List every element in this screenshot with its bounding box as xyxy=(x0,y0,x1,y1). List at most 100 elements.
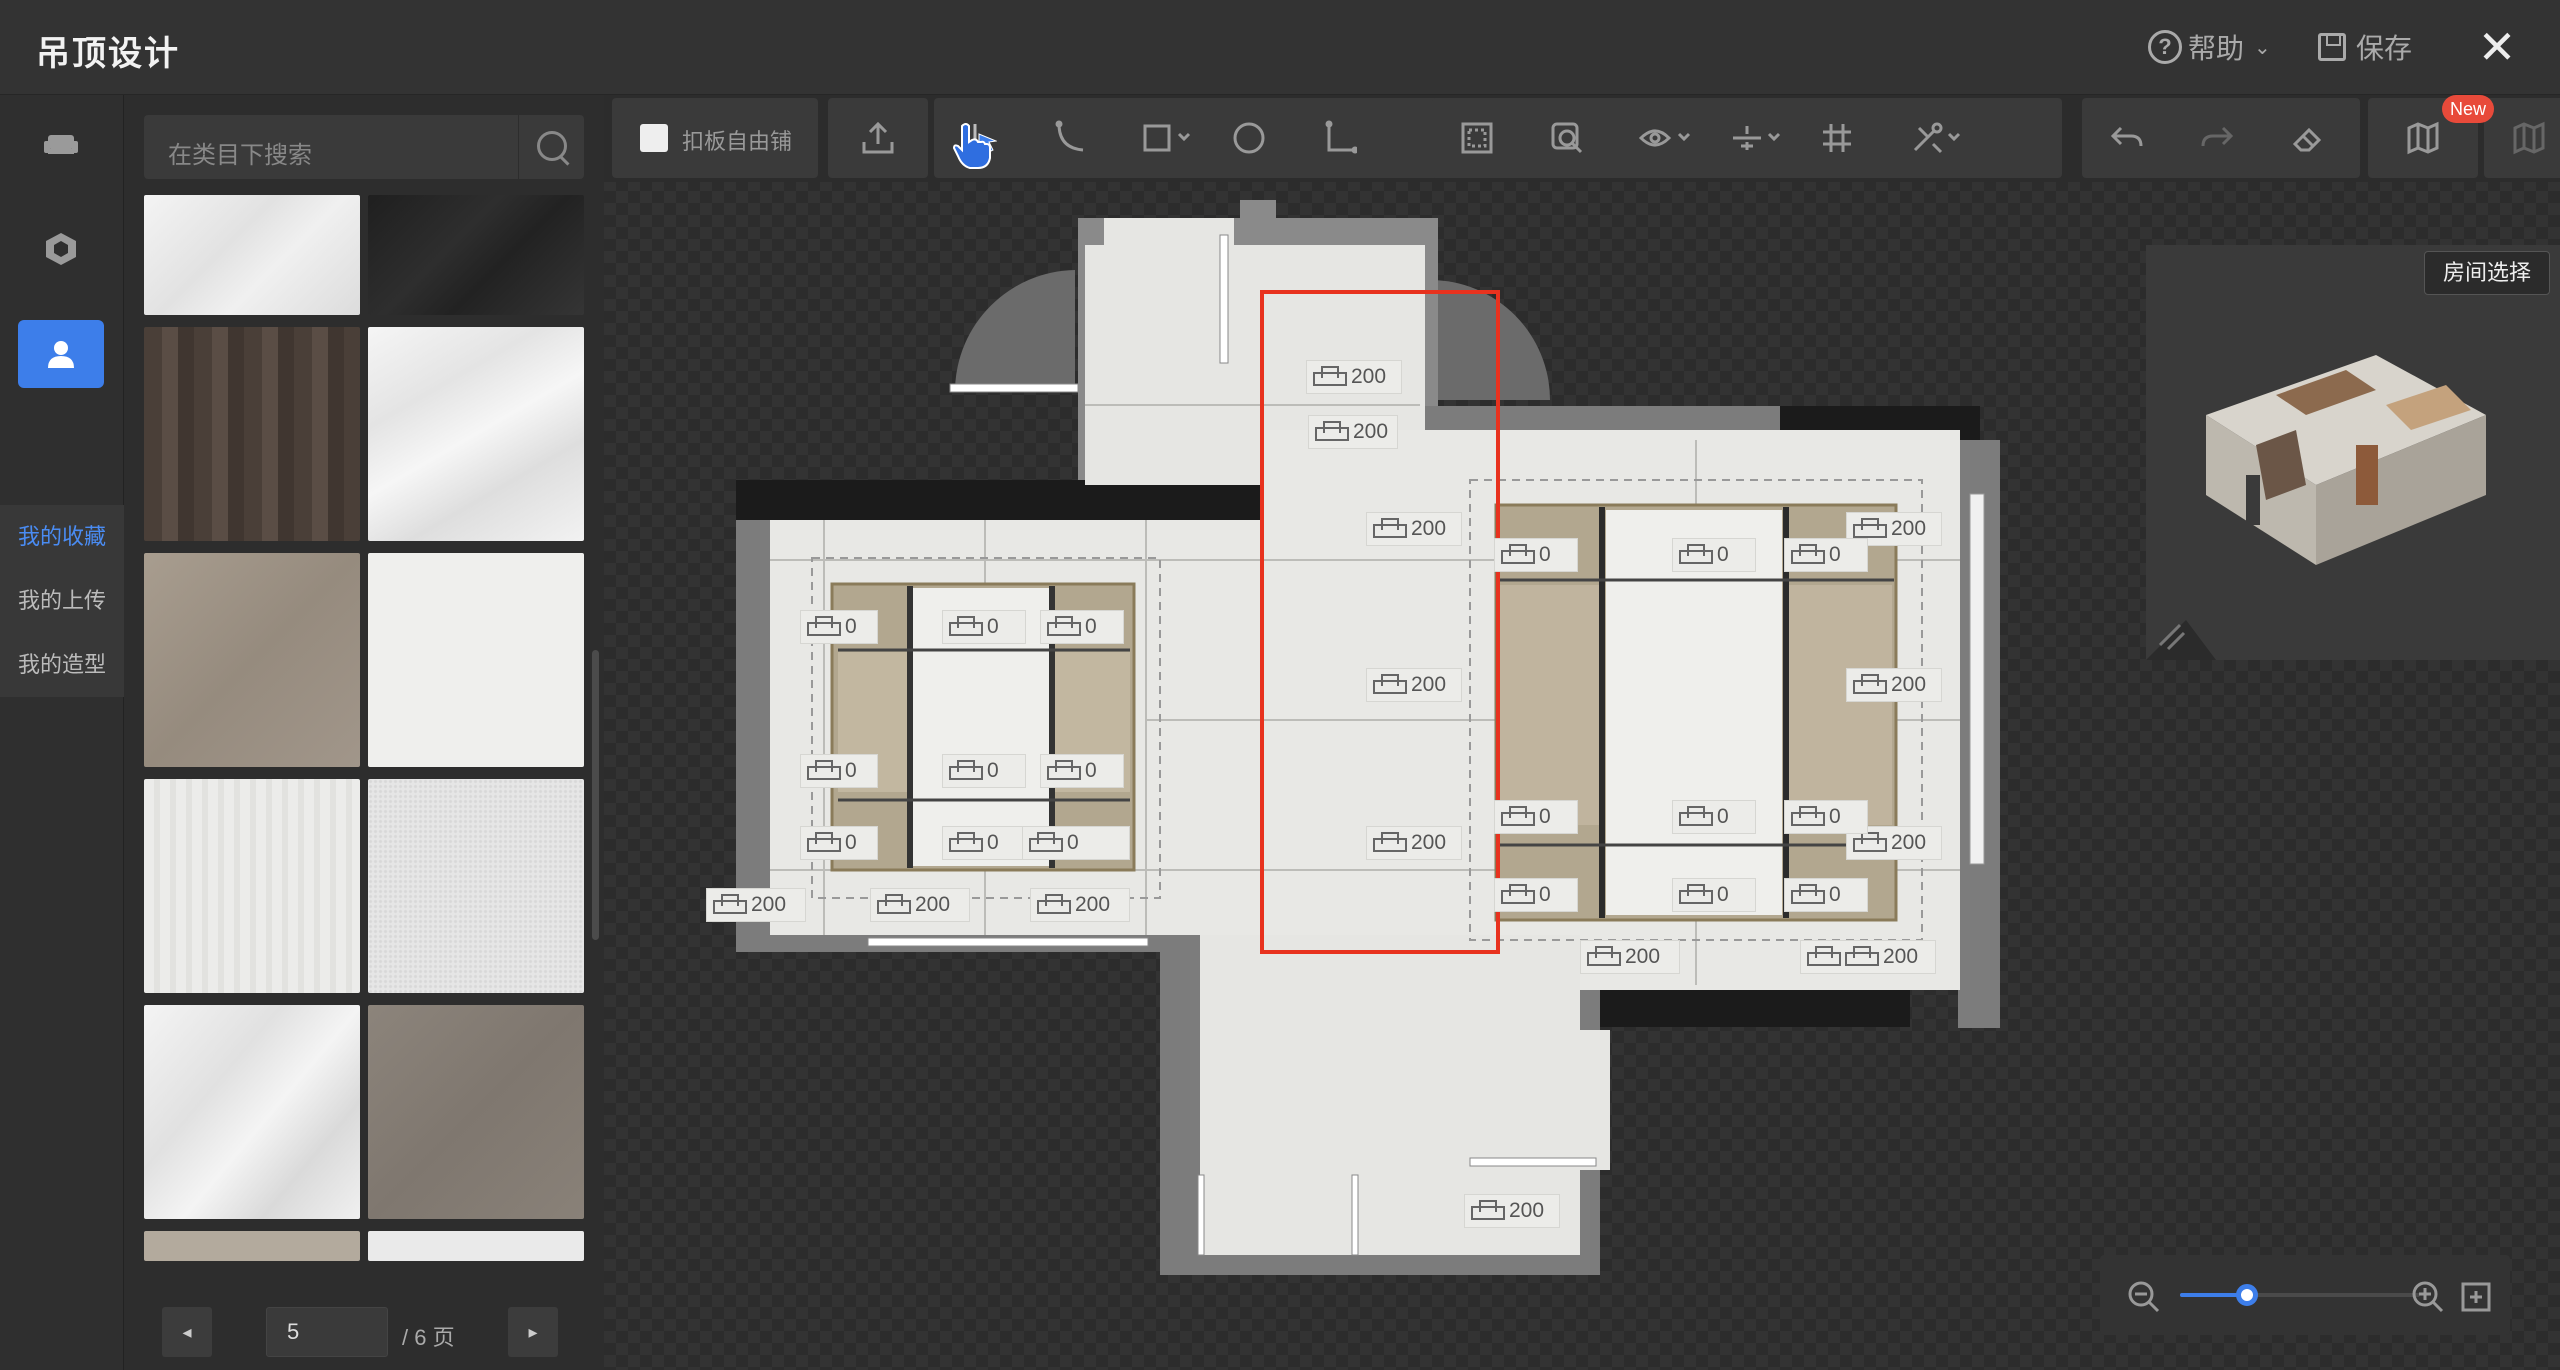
height-tag[interactable]: 200 xyxy=(1030,888,1130,922)
protrude-icon xyxy=(1587,946,1621,966)
height-tag[interactable]: 0 xyxy=(1022,826,1130,860)
material-panel: 在类目下搜索 ◂ 5 / 6 页 ▸ xyxy=(124,95,604,1370)
height-tag[interactable]: 200 xyxy=(1366,668,1462,702)
material-tile[interactable] xyxy=(368,1231,584,1261)
height-tag[interactable]: 0 xyxy=(1040,754,1124,788)
height-tag[interactable]: 200 xyxy=(1366,826,1462,860)
protrude-icon xyxy=(1501,544,1535,564)
sofa-icon[interactable] xyxy=(18,110,104,178)
help-menu[interactable]: ? 帮助 ⌄ xyxy=(2148,22,2271,72)
app-title: 吊顶设计 xyxy=(36,35,180,73)
height-tag[interactable]: 0 xyxy=(800,754,878,788)
user-icon[interactable] xyxy=(18,320,104,388)
protrude-icon xyxy=(1791,544,1825,564)
material-tile[interactable] xyxy=(144,327,360,541)
material-tile[interactable] xyxy=(368,1005,584,1219)
material-tile[interactable] xyxy=(144,195,360,315)
zoom-in-icon[interactable] xyxy=(2410,1279,2446,1320)
protrude-icon xyxy=(1679,806,1713,826)
upload-icon[interactable] xyxy=(833,98,923,178)
redo-icon[interactable] xyxy=(2172,98,2262,178)
page-total: / 6 页 xyxy=(402,1325,455,1350)
height-tag[interactable]: 0 xyxy=(1040,610,1124,644)
rectangle-tool-icon[interactable] xyxy=(1114,98,1204,178)
save-icon xyxy=(2318,33,2346,61)
protrude-icon xyxy=(1853,518,1887,538)
material-tile[interactable] xyxy=(368,553,584,767)
height-tag[interactable]: 200 xyxy=(1800,940,1936,974)
height-tag[interactable]: 0 xyxy=(1494,878,1578,912)
title-bar: 吊顶设计 ? 帮助 ⌄ 保存 ✕ xyxy=(0,0,2560,95)
height-tag[interactable]: 0 xyxy=(1672,878,1756,912)
zoom-slider[interactable] xyxy=(2180,1284,2420,1306)
material-tile[interactable] xyxy=(144,1005,360,1219)
height-tag[interactable]: 200 xyxy=(1308,415,1398,449)
height-tag[interactable]: 200 xyxy=(1464,1194,1560,1228)
visibility-icon[interactable] xyxy=(1612,98,1702,178)
circle-tool-icon[interactable] xyxy=(1204,98,1294,178)
box-icon[interactable] xyxy=(18,215,104,283)
material-tile[interactable] xyxy=(368,779,584,993)
protrude-icon xyxy=(1037,894,1071,914)
corner-tool-icon[interactable] xyxy=(1294,98,1384,178)
close-icon[interactable]: ✕ xyxy=(2472,22,2522,72)
arc-tool-icon[interactable] xyxy=(1024,98,1114,178)
zoom-out-icon[interactable] xyxy=(2126,1279,2162,1320)
align-icon[interactable] xyxy=(1702,98,1792,178)
height-tag[interactable]: 0 xyxy=(1672,538,1756,572)
height-tag[interactable]: 0 xyxy=(1672,800,1756,834)
scrollbar[interactable] xyxy=(592,650,599,940)
protrude-icon xyxy=(1791,806,1825,826)
height-tag[interactable]: 0 xyxy=(1494,538,1578,572)
protrude-icon xyxy=(807,616,841,636)
height-tag[interactable]: 0 xyxy=(1784,800,1868,834)
grid-icon[interactable] xyxy=(1792,98,1882,178)
search-input[interactable]: 在类目下搜索 xyxy=(144,115,584,179)
fit-view-icon[interactable] xyxy=(2460,1281,2492,1318)
height-tag[interactable]: 0 xyxy=(1494,800,1578,834)
height-tag[interactable]: 200 xyxy=(870,888,970,922)
tab-my-favorites[interactable]: 我的收藏 xyxy=(0,505,124,569)
search-icon[interactable] xyxy=(518,115,584,179)
select-area-icon[interactable] xyxy=(1432,98,1522,178)
tab-my-models[interactable]: 我的造型 xyxy=(0,633,124,697)
protrude-icon xyxy=(1501,884,1535,904)
save-button[interactable]: 保存 xyxy=(2318,22,2412,72)
height-tag[interactable]: 200 xyxy=(706,888,806,922)
height-tag[interactable]: 0 xyxy=(942,826,1026,860)
height-tag[interactable]: 200 xyxy=(1366,512,1462,546)
material-tile[interactable] xyxy=(368,195,584,315)
protrude-icon xyxy=(1047,760,1081,780)
map-alt-icon[interactable] xyxy=(2484,98,2560,178)
locate-icon[interactable] xyxy=(1522,98,1612,178)
prev-page-button[interactable]: ◂ xyxy=(162,1307,212,1357)
protrude-icon xyxy=(713,894,747,914)
tab-my-uploads[interactable]: 我的上传 xyxy=(0,569,124,633)
height-tag[interactable]: 0 xyxy=(1784,538,1868,572)
free-tile-toggle[interactable]: 扣板自由铺 xyxy=(612,98,818,178)
minimap-3d[interactable]: 房间选择 xyxy=(2146,245,2560,660)
height-tag[interactable]: 200 xyxy=(1846,668,1942,702)
height-tag[interactable]: 0 xyxy=(942,610,1026,644)
height-tag[interactable]: 0 xyxy=(942,754,1026,788)
undo-icon[interactable] xyxy=(2082,98,2172,178)
tools-icon[interactable] xyxy=(1882,98,1972,178)
free-tile-checkbox[interactable] xyxy=(640,124,668,152)
search-placeholder: 在类目下搜索 xyxy=(168,142,312,169)
room-select-button[interactable]: 房间选择 xyxy=(2424,251,2550,295)
protrude-icon xyxy=(1373,518,1407,538)
eraser-icon[interactable] xyxy=(2262,98,2352,178)
zoom-slider-handle[interactable] xyxy=(2236,1284,2258,1306)
height-tag[interactable]: 0 xyxy=(1784,878,1868,912)
page-input[interactable]: 5 xyxy=(266,1307,388,1357)
material-tile[interactable] xyxy=(368,327,584,541)
material-tile[interactable] xyxy=(144,1231,360,1261)
next-page-button[interactable]: ▸ xyxy=(508,1307,558,1357)
height-tag[interactable]: 0 xyxy=(800,610,878,644)
height-tag[interactable]: 200 xyxy=(1306,360,1402,394)
pagination: ◂ 5 / 6 页 ▸ xyxy=(124,1275,604,1370)
height-tag[interactable]: 0 xyxy=(800,826,878,860)
material-tile[interactable] xyxy=(144,553,360,767)
material-tile[interactable] xyxy=(144,779,360,993)
height-tag[interactable]: 200 xyxy=(1580,940,1680,974)
